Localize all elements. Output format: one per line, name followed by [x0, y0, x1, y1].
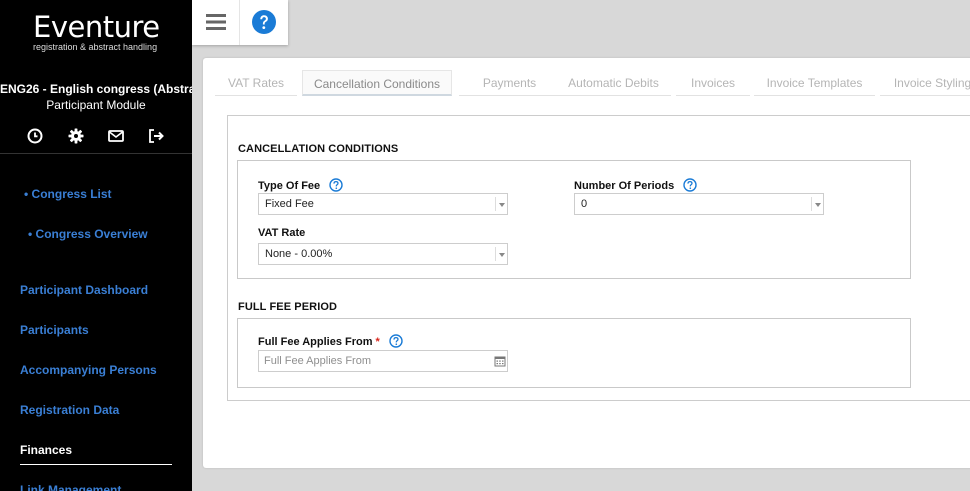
cancellation-conditions-heading: CANCELLATION CONDITIONS: [238, 143, 399, 155]
number-of-periods-select[interactable]: 0: [574, 193, 824, 215]
help-icon[interactable]: [329, 178, 343, 192]
tab-vat-rates[interactable]: VAT Rates: [215, 70, 297, 96]
tab-automatic-debits[interactable]: Automatic Debits: [556, 70, 671, 96]
cancellation-conditions-form: CANCELLATION CONDITIONS Type Of Fee Fixe…: [227, 115, 970, 401]
full-fee-applies-input[interactable]: [258, 350, 508, 372]
chevron-down-icon: [811, 197, 823, 211]
nav-congress-overview[interactable]: • Congress Overview: [28, 227, 148, 241]
sidebar-icon-row: [0, 127, 192, 147]
hamburger-menu-icon[interactable]: [206, 12, 226, 32]
vat-rate-value: None - 0.00%: [265, 248, 333, 260]
type-of-fee-value: Fixed Fee: [265, 198, 314, 210]
brand-logo[interactable]: Eventure registration & abstract handlin…: [33, 12, 160, 52]
top-toolbar: [192, 0, 288, 45]
number-of-periods-label-text: Number Of Periods: [574, 180, 675, 192]
clock-icon[interactable]: [26, 127, 44, 145]
nav-registration-data[interactable]: Registration Data: [20, 403, 119, 417]
cancellation-fieldset: Type Of Fee Fixed Fee Number Of Periods: [237, 160, 911, 279]
required-marker: *: [375, 336, 380, 348]
help-icon[interactable]: [389, 334, 403, 348]
tab-payments[interactable]: Payments: [459, 70, 560, 96]
type-of-fee-label-text: Type Of Fee: [258, 180, 321, 192]
envelope-icon[interactable]: [107, 127, 125, 145]
nav-active-underline: [20, 464, 172, 465]
full-fee-applies-label-text: Full Fee Applies From: [258, 336, 373, 348]
number-of-periods-label: Number Of Periods: [574, 178, 698, 192]
nav-participants[interactable]: Participants: [20, 323, 89, 337]
nav-finances[interactable]: Finances: [20, 443, 72, 457]
nav-congress-list[interactable]: • Congress List: [24, 187, 112, 201]
help-icon[interactable]: [252, 10, 276, 34]
module-name: Participant Module: [46, 98, 146, 112]
nav-accompanying-persons[interactable]: Accompanying Persons: [20, 363, 157, 377]
tab-invoices[interactable]: Invoices: [676, 70, 750, 96]
help-icon[interactable]: [683, 178, 698, 192]
tab-invoice-templates[interactable]: Invoice Templates: [754, 70, 875, 96]
brand-name: Eventure: [33, 10, 160, 44]
full-fee-fieldset: Full Fee Applies From *: [237, 318, 911, 388]
sidebar: Eventure registration & abstract handlin…: [0, 0, 192, 491]
vat-rate-select[interactable]: None - 0.00%: [258, 243, 508, 265]
type-of-fee-select[interactable]: Fixed Fee: [258, 193, 508, 215]
nav-participant-dashboard[interactable]: Participant Dashboard: [20, 283, 148, 297]
sidebar-divider: [0, 153, 192, 154]
tab-invoice-styling[interactable]: Invoice Styling: [880, 70, 970, 96]
tab-cancellation-conditions[interactable]: Cancellation Conditions: [302, 70, 452, 96]
chevron-down-icon: [495, 247, 507, 261]
logout-icon[interactable]: [147, 127, 165, 145]
congress-name: ENG26 - English congress (Abstrac...: [0, 82, 192, 96]
nav-link-management[interactable]: Link Management: [20, 483, 121, 491]
gear-icon[interactable]: [67, 127, 85, 145]
toolbar-divider: [239, 0, 240, 45]
brand-tagline: registration & abstract handling: [33, 42, 158, 52]
finance-panel: VAT Rates Cancellation Conditions Paymen…: [203, 58, 970, 468]
full-fee-period-heading: FULL FEE PERIOD: [238, 301, 338, 313]
vat-rate-label: VAT Rate: [258, 227, 306, 239]
number-of-periods-value: 0: [581, 198, 588, 210]
type-of-fee-label: Type Of Fee: [258, 178, 343, 192]
calendar-icon[interactable]: [494, 355, 506, 367]
chevron-down-icon: [495, 197, 507, 211]
full-fee-applies-label: Full Fee Applies From *: [258, 334, 403, 348]
